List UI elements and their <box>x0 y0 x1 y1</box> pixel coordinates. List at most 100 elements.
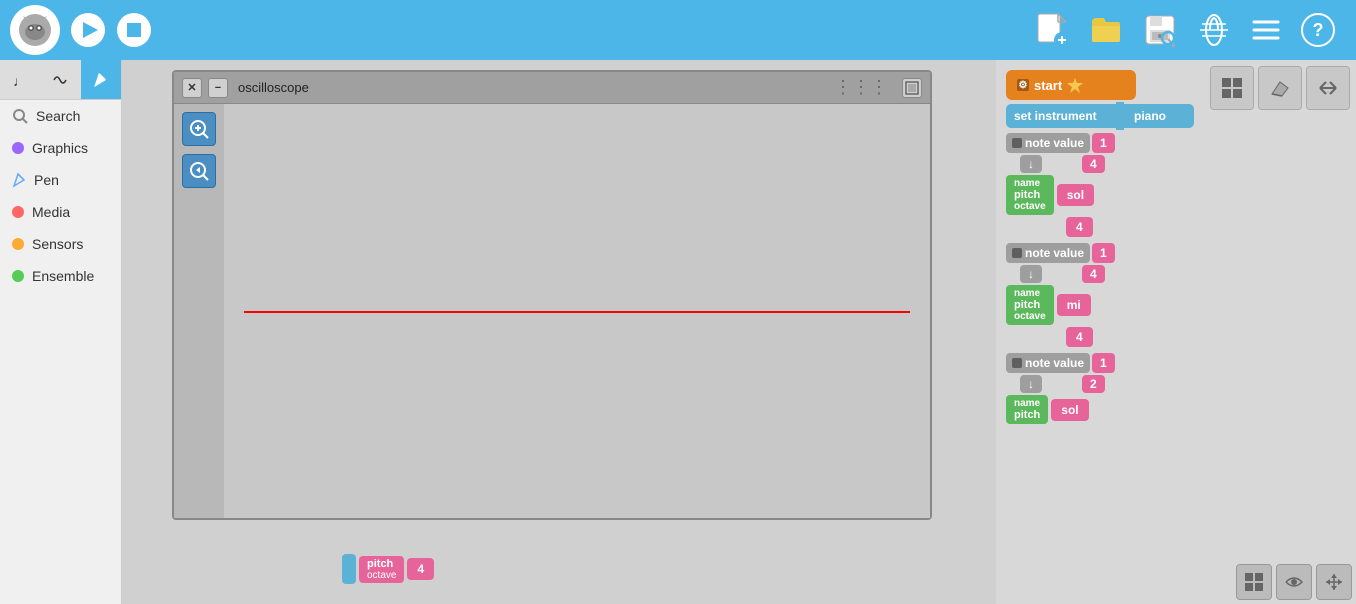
eye-icon <box>1284 572 1304 592</box>
sidebar-items-list: Search Graphics Pen Media Sensors <box>0 100 121 292</box>
note-value-1b[interactable]: 1 <box>1092 243 1115 263</box>
canvas-area[interactable]: oscilloscope on action do ✕ − oscillosco… <box>122 60 996 604</box>
down-arrow-block-2[interactable]: ↓ <box>1020 265 1042 283</box>
eraser-button[interactable] <box>1258 66 1302 110</box>
dialog-grip-icon: ⋮⋮⋮ <box>834 77 888 98</box>
ensemble-dot <box>12 270 24 282</box>
right-eye-button[interactable] <box>1276 564 1312 600</box>
bottom-block-row: pitch octave 4 <box>342 554 434 584</box>
octave-value-4a[interactable]: 4 <box>1066 217 1093 237</box>
piano-block[interactable]: piano <box>1124 104 1194 128</box>
pitch-block-bottom[interactable]: pitch octave <box>359 556 404 583</box>
oscilloscope-body <box>174 104 930 518</box>
down-arrow-row-1: ↓ 4 <box>1020 155 1194 173</box>
new-file-icon <box>1034 12 1070 48</box>
teal-connector <box>342 554 356 584</box>
sol-block-1[interactable]: sol <box>1057 184 1094 206</box>
save-button[interactable] <box>1142 12 1178 48</box>
grid-icon <box>1220 76 1244 100</box>
menu-button[interactable] <box>1250 14 1282 46</box>
sidebar-item-graphics[interactable]: Graphics <box>0 132 121 164</box>
pitch-green-block-2[interactable]: name pitch octave <box>1006 285 1054 325</box>
bottom-pitch-blocks: pitch octave 4 <box>342 554 434 584</box>
value-4-block[interactable]: 4 <box>407 558 434 580</box>
note-row-3: note value 1 <box>1006 353 1194 373</box>
sidebar-item-media[interactable]: Media <box>0 196 121 228</box>
help-button[interactable]: ? <box>1300 12 1336 48</box>
right-panel: ⚙ start set instrument piano <box>996 60 1356 604</box>
new-file-button[interactable] <box>1034 12 1070 48</box>
open-file-button[interactable] <box>1088 12 1124 48</box>
note-row-2: note value 1 <box>1006 243 1194 263</box>
pitch-row-3: name pitch sol <box>1006 395 1194 424</box>
note-value-1[interactable]: 1 <box>1092 133 1115 153</box>
note-value-2[interactable]: 2 <box>1082 375 1105 393</box>
sound-wave-icon <box>50 70 70 90</box>
mi-block[interactable]: mi <box>1057 294 1091 316</box>
dialog-expand-button[interactable] <box>902 78 922 98</box>
expand-arrows-icon <box>1324 572 1344 592</box>
sidebar-tab-music[interactable]: ♩ <box>0 60 40 99</box>
start-block-container: ⚙ start set instrument piano <box>1006 70 1194 424</box>
note-gray-block-2[interactable]: note value <box>1006 243 1090 263</box>
oscilloscope-titlebar: ✕ − oscilloscope ⋮⋮⋮ <box>174 72 930 104</box>
set-instrument-block[interactable]: set instrument <box>1006 104 1116 128</box>
down-arrow-row-3: ↓ 2 <box>1020 375 1194 393</box>
sidebar-tab-pen[interactable] <box>81 60 121 99</box>
sidebar-item-sensors-label: Sensors <box>32 236 83 252</box>
right-expand-button[interactable] <box>1316 564 1352 600</box>
folder-icon <box>1088 12 1124 48</box>
sidebar-item-media-label: Media <box>32 204 70 220</box>
toolbar: ? <box>0 0 1356 60</box>
sidebar-item-pen-label: Pen <box>34 172 59 188</box>
svg-text:⚙: ⚙ <box>1019 80 1028 91</box>
toolbar-right: ? <box>1034 12 1336 48</box>
osc-zoom-in-button[interactable] <box>182 112 216 146</box>
note-connector-icon-2 <box>1012 248 1022 258</box>
start-block[interactable]: ⚙ start <box>1006 70 1136 100</box>
sidebar-item-ensemble[interactable]: Ensemble <box>0 260 121 292</box>
dialog-close-button[interactable]: ✕ <box>182 78 202 98</box>
top-right-controls <box>1204 60 1356 116</box>
star-icon <box>1066 76 1084 94</box>
sidebar-item-sensors[interactable]: Sensors <box>0 228 121 260</box>
stop-button[interactable] <box>116 12 152 48</box>
main-area: ♩ Search <box>0 60 1356 604</box>
pitch-green-block-1[interactable]: name pitch octave <box>1006 175 1054 215</box>
dialog-title: oscilloscope <box>234 80 828 95</box>
note-block-2: note value 1 ↓ 4 <box>1006 243 1194 347</box>
grid-view-button[interactable] <box>1210 66 1254 110</box>
note-row-1: note value 1 <box>1006 133 1194 153</box>
sensors-dot <box>12 238 24 250</box>
note-value-4a[interactable]: 4 <box>1082 155 1105 173</box>
note-block-3: note value 1 ↓ 2 <box>1006 353 1194 424</box>
note-value-1c[interactable]: 1 <box>1092 353 1115 373</box>
octave-value-4b[interactable]: 4 <box>1066 327 1093 347</box>
down-arrow-block-1[interactable]: ↓ <box>1020 155 1042 173</box>
sidebar-tab-sound[interactable] <box>40 60 80 99</box>
note-value-4b[interactable]: 4 <box>1082 265 1105 283</box>
right-grid-icon <box>1244 572 1264 592</box>
right-bottom-toolbar <box>1232 560 1356 604</box>
zoom-in-icon <box>188 118 210 140</box>
play-button[interactable] <box>70 12 106 48</box>
collapse-icon <box>1316 76 1340 100</box>
right-grid-button[interactable] <box>1236 564 1272 600</box>
note-gray-block-1[interactable]: note value <box>1006 133 1090 153</box>
note-gray-block-3[interactable]: note value <box>1006 353 1090 373</box>
oscilloscope-tools <box>174 104 224 518</box>
search-sidebar-icon <box>12 108 28 124</box>
app-logo <box>10 5 60 55</box>
osc-zoom-fit-button[interactable] <box>182 154 216 188</box>
pen-sidebar-icon <box>12 172 26 188</box>
dialog-minimize-button[interactable]: − <box>208 78 228 98</box>
expand-icon <box>905 81 919 95</box>
collapse-button[interactable] <box>1306 66 1350 110</box>
sol-block-3[interactable]: sol <box>1051 399 1088 421</box>
sidebar-item-pen[interactable]: Pen <box>0 164 121 196</box>
share-button[interactable] <box>1196 12 1232 48</box>
sidebar-item-search[interactable]: Search <box>0 100 121 132</box>
down-arrow-block-3[interactable]: ↓ <box>1020 375 1042 393</box>
note-connector-icon-1 <box>1012 138 1022 148</box>
pitch-green-block-3[interactable]: name pitch <box>1006 395 1048 424</box>
